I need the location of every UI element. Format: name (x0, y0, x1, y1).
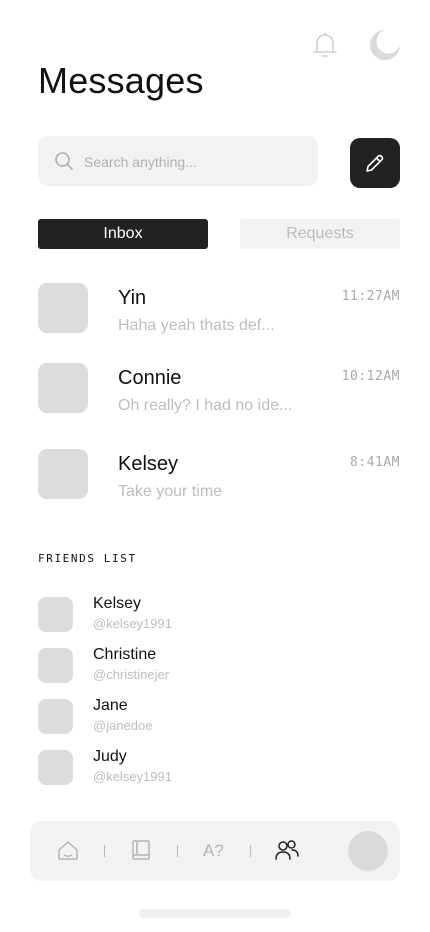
conversation-item[interactable]: Kelsey Take your time 8:41AM (38, 449, 400, 500)
page-title: Messages (38, 60, 204, 101)
search-input[interactable] (82, 136, 306, 188)
avatar (38, 597, 73, 632)
friend-item[interactable]: Jane @janedoe (38, 697, 338, 735)
avatar (38, 449, 88, 499)
friends-list-heading: FRIENDS LIST (38, 552, 137, 565)
friend-handle: @janedoe (93, 718, 153, 733)
nav-divider (250, 845, 251, 857)
contact-name: Yin (118, 287, 147, 309)
message-preview: Oh really? I had no ide... (118, 397, 293, 414)
friend-handle: @christinejer (93, 667, 170, 682)
moon-icon[interactable] (368, 28, 402, 62)
compose-button[interactable] (350, 138, 400, 188)
friends-icon[interactable] (274, 839, 300, 866)
message-time: 8:41AM (350, 455, 400, 470)
friend-item[interactable]: Christine @christinejer (38, 646, 338, 684)
conversation-item[interactable]: Connie Oh really? I had no ide... 10:12A… (38, 363, 400, 414)
bottom-nav: A? (30, 821, 400, 881)
nav-divider (177, 845, 178, 857)
message-preview: Take your time (118, 483, 223, 500)
friend-name: Judy (93, 748, 127, 765)
home-indicator (139, 909, 291, 918)
friend-handle: @kelsey1991 (93, 616, 172, 631)
search-bar[interactable] (38, 136, 318, 188)
conversation-item[interactable]: Yin Haha yeah thats def... 11:27AM (38, 283, 400, 334)
home-icon[interactable] (57, 839, 79, 866)
nav-divider (104, 845, 105, 857)
pencil-icon (366, 154, 384, 172)
avatar (38, 283, 88, 333)
contact-name: Connie (118, 367, 182, 389)
message-preview: Haha yeah thats def... (118, 317, 275, 334)
search-icon (54, 151, 74, 171)
book-icon[interactable] (130, 839, 152, 866)
friend-name: Kelsey (93, 595, 142, 612)
friend-name: Christine (93, 646, 157, 663)
avatar (38, 699, 73, 734)
avatar (38, 750, 73, 785)
friend-name: Jane (93, 697, 128, 714)
friend-item[interactable]: Judy @kelsey1991 (38, 748, 338, 786)
tab-inbox[interactable]: Inbox (38, 219, 208, 249)
avatar (38, 363, 88, 413)
avatar (38, 648, 73, 683)
contact-name: Kelsey (118, 453, 179, 475)
message-time: 10:12AM (341, 369, 400, 384)
tab-requests[interactable]: Requests (240, 219, 400, 249)
profile-avatar[interactable] (348, 831, 388, 871)
friend-handle: @kelsey1991 (93, 769, 172, 784)
translate-icon[interactable]: A? (203, 841, 224, 861)
message-time: 11:27AM (341, 289, 400, 304)
friend-item[interactable]: Kelsey @kelsey1991 (38, 595, 338, 633)
bell-icon[interactable] (310, 30, 340, 60)
